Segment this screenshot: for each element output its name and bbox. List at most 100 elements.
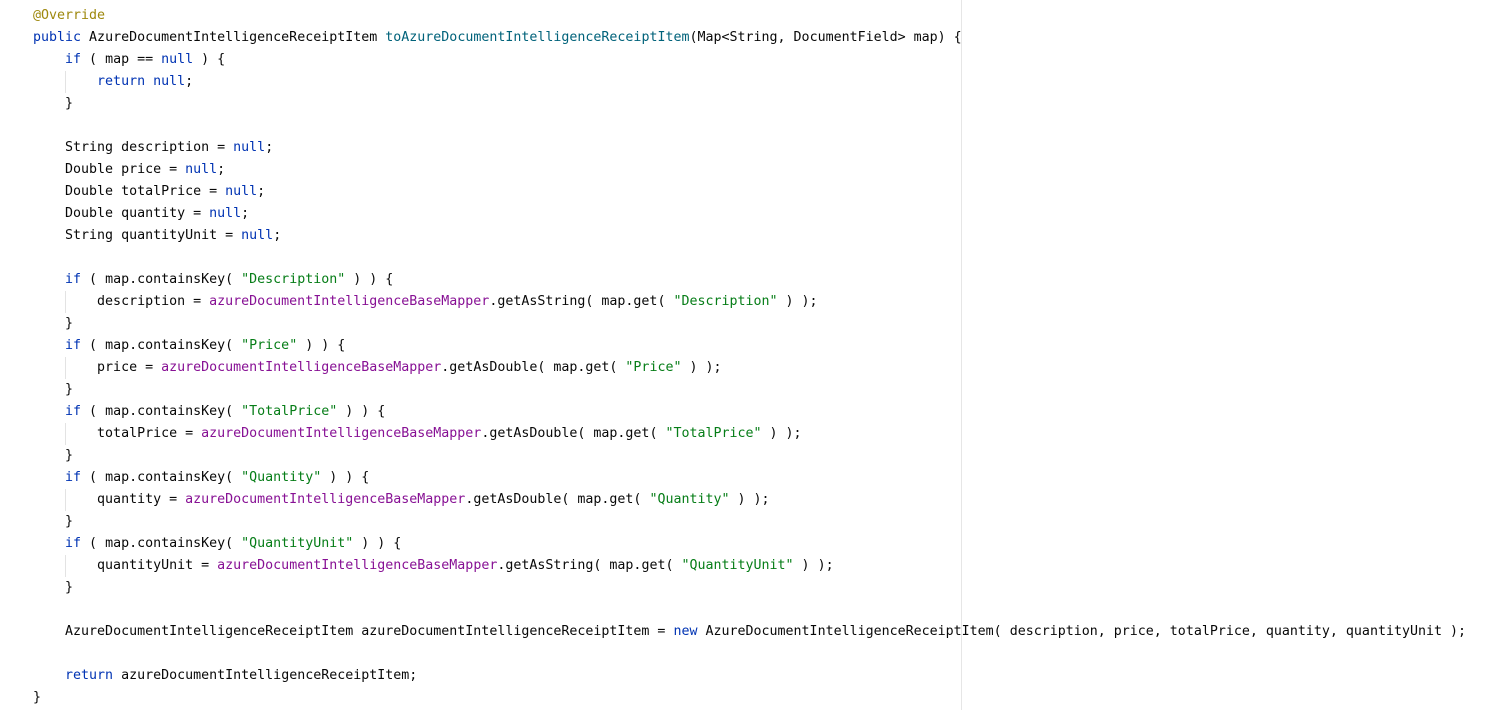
code-line[interactable]: String quantityUnit = null; [33, 225, 1466, 247]
code-line[interactable]: public AzureDocumentIntelligenceReceiptI… [33, 27, 1466, 49]
code-line[interactable] [33, 247, 1466, 269]
code-line[interactable]: } [33, 687, 1466, 709]
code-line[interactable]: } [33, 379, 1466, 401]
code-editor[interactable]: @Override public AzureDocumentIntelligenc… [0, 0, 1491, 710]
code-line[interactable]: Double price = null; [33, 159, 1466, 181]
code-token-str: "QuantityUnit" [241, 536, 354, 551]
code-token-str: "Description" [241, 272, 346, 287]
code-token-str: "QuantityUnit" [681, 558, 794, 573]
code-line[interactable]: return azureDocumentIntelligenceReceiptI… [33, 665, 1466, 687]
code-token-kw: if [65, 470, 82, 485]
code-token-plain: ( map.containsKey( [81, 404, 242, 419]
code-token-plain: ( map.containsKey( [81, 272, 242, 287]
code-line[interactable] [33, 643, 1466, 665]
code-line[interactable]: if ( map.containsKey( "QuantityUnit" ) )… [33, 533, 1466, 555]
code-line[interactable] [33, 599, 1466, 621]
code-token-plain: AzureDocumentIntelligenceReceiptItem [81, 30, 386, 45]
code-line[interactable]: } [33, 93, 1466, 115]
code-token-plain: AzureDocumentIntelligenceReceiptItem( de… [697, 624, 1467, 639]
code-token-plain: ) { [193, 52, 226, 67]
code-line[interactable]: Double quantity = null; [33, 203, 1466, 225]
code-line[interactable]: totalPrice = azureDocumentIntelligenceBa… [33, 423, 1466, 445]
code-line[interactable]: if ( map == null ) { [33, 49, 1466, 71]
code-token-kw: if [65, 536, 82, 551]
code-token-fld: azureDocumentIntelligenceBaseMapper [185, 492, 466, 507]
code-token-plain: ) ) { [353, 536, 402, 551]
code-line[interactable]: Double totalPrice = null; [33, 181, 1466, 203]
code-line[interactable]: AzureDocumentIntelligenceReceiptItem azu… [33, 621, 1466, 643]
code-line[interactable]: String description = null; [33, 137, 1466, 159]
code-token-fld: azureDocumentIntelligenceBaseMapper [209, 294, 490, 309]
code-line[interactable]: @Override [33, 5, 1466, 27]
code-token-plain: ; [241, 206, 250, 221]
code-token-kw: null [233, 140, 266, 155]
code-token-str: "Price" [241, 338, 298, 353]
code-line[interactable] [33, 115, 1466, 137]
code-token-plain: ( map == [81, 52, 162, 67]
code-token-str: "Quantity" [241, 470, 322, 485]
code-token-kw: if [65, 272, 82, 287]
code-token-plain: .getAsDouble( map.get( [465, 492, 650, 507]
code-token-plain: quantity = [97, 492, 186, 507]
code-token-plain: (Map<String, DocumentField> map) { [689, 30, 962, 45]
code-token-kw: if [65, 404, 82, 419]
code-token-plain: totalPrice = [97, 426, 202, 441]
code-token-kw: null [153, 74, 186, 89]
indent-guide [65, 291, 66, 313]
code-token-plain: ( map.containsKey( [81, 338, 242, 353]
code-token-plain: String quantityUnit = [65, 228, 242, 243]
code-token-plain: Double price = [65, 162, 186, 177]
code-token-kw: null [241, 228, 274, 243]
code-token-plain: } [65, 448, 74, 463]
code-token-plain: ; [185, 74, 194, 89]
code-token-plain: .getAsString( map.get( [489, 294, 674, 309]
code-area[interactable]: @Override public AzureDocumentIntelligenc… [33, 5, 1466, 709]
code-line[interactable]: if ( map.containsKey( "TotalPrice" ) ) { [33, 401, 1466, 423]
code-token-plain: ; [273, 228, 282, 243]
code-token-plain: String description = [65, 140, 234, 155]
code-token-plain: ) ) { [345, 272, 394, 287]
indent-guide [65, 489, 66, 511]
code-line[interactable]: quantityUnit = azureDocumentIntelligence… [33, 555, 1466, 577]
code-line[interactable]: } [33, 511, 1466, 533]
code-token-plain: ) ); [729, 492, 770, 507]
code-line[interactable]: } [33, 313, 1466, 335]
code-token-plain: } [65, 514, 74, 529]
code-line[interactable]: } [33, 445, 1466, 467]
code-token-kw: null [161, 52, 194, 67]
code-token-kw: return [65, 668, 114, 683]
code-token-plain: ; [265, 140, 274, 155]
code-token-kw: null [225, 184, 258, 199]
code-token-kw: return [97, 74, 146, 89]
code-line[interactable]: description = azureDocumentIntelligenceB… [33, 291, 1466, 313]
code-line[interactable]: quantity = azureDocumentIntelligenceBase… [33, 489, 1466, 511]
code-token-str: "TotalPrice" [241, 404, 338, 419]
code-token-plain: description = [97, 294, 210, 309]
code-token-plain: .getAsString( map.get( [497, 558, 682, 573]
code-token-plain: ) ); [681, 360, 722, 375]
code-line[interactable]: if ( map.containsKey( "Description" ) ) … [33, 269, 1466, 291]
code-token-kw: null [209, 206, 242, 221]
code-line[interactable]: if ( map.containsKey( "Price" ) ) { [33, 335, 1466, 357]
code-token-kw: if [65, 52, 82, 67]
code-line[interactable]: return null; [33, 71, 1466, 93]
code-token-plain: quantityUnit = [97, 558, 218, 573]
code-token-plain: .getAsDouble( map.get( [481, 426, 666, 441]
code-token-plain: .getAsDouble( map.get( [441, 360, 626, 375]
code-token-plain: ) ); [761, 426, 802, 441]
code-line[interactable]: if ( map.containsKey( "Quantity" ) ) { [33, 467, 1466, 489]
code-token-plain: ( map.containsKey( [81, 536, 242, 551]
code-line[interactable]: } [33, 577, 1466, 599]
code-token-ann: @Override [33, 8, 106, 23]
code-line[interactable]: price = azureDocumentIntelligenceBaseMap… [33, 357, 1466, 379]
code-token-plain: azureDocumentIntelligenceReceiptItem; [113, 668, 418, 683]
code-token-plain: ) ) { [297, 338, 346, 353]
